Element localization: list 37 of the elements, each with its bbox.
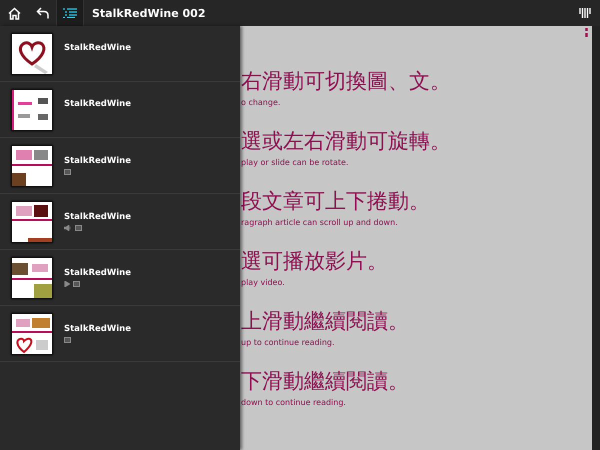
instruction-caption: play video. [241, 278, 286, 287]
square-icon [64, 169, 71, 175]
chapter-title: StalkRedWine [64, 42, 131, 52]
instruction-caption: up to continue reading. [241, 338, 336, 347]
play-icon [64, 281, 70, 287]
book-title: StalkRedWine 002 [92, 6, 206, 20]
chapter-title: StalkRedWine [64, 324, 131, 334]
chapter-item[interactable]: StalkRedWine [0, 26, 240, 82]
instruction-text: 選或左右滑動可旋轉。 [241, 128, 451, 154]
scroll-indicator-icon [585, 28, 588, 37]
chapter-item[interactable]: StalkRedWine [0, 82, 240, 138]
home-icon [8, 6, 20, 20]
chapter-item[interactable]: StalkRedWine [0, 138, 240, 194]
chapter-title: StalkRedWine [64, 212, 131, 222]
instruction-text: 段文章可上下捲動。 [241, 188, 430, 214]
back-arrow-icon [36, 7, 48, 19]
instruction-caption: down to continue reading. [241, 398, 347, 407]
chapter-item[interactable]: StalkRedWine [0, 194, 240, 250]
chapter-item[interactable]: StalkRedWine [0, 250, 240, 306]
square-icon [73, 281, 80, 287]
chapter-title: StalkRedWine [64, 156, 131, 166]
instruction-text: 上滑動繼續閱讀。 [241, 308, 409, 334]
square-icon [64, 337, 71, 343]
square-icon [75, 225, 82, 231]
instruction-text: 下滑動繼續閱讀。 [241, 368, 409, 394]
bars-icon[interactable] [579, 7, 591, 19]
list-icon [63, 8, 77, 18]
instruction-caption: ragraph article can scroll up and down. [241, 218, 399, 227]
speaker-icon [64, 225, 72, 231]
instruction-text: 右滑動可切換圖、文。 [241, 68, 451, 94]
chapter-item[interactable]: StalkRedWine [0, 306, 240, 362]
chapter-title: StalkRedWine [64, 268, 131, 278]
instruction-caption: o change. [241, 98, 282, 107]
instruction-caption: play or slide can be rotate. [241, 158, 350, 167]
instruction-text: 選可播放影片。 [241, 248, 388, 274]
chapter-title: StalkRedWine [64, 98, 131, 108]
list-button[interactable] [56, 0, 84, 26]
